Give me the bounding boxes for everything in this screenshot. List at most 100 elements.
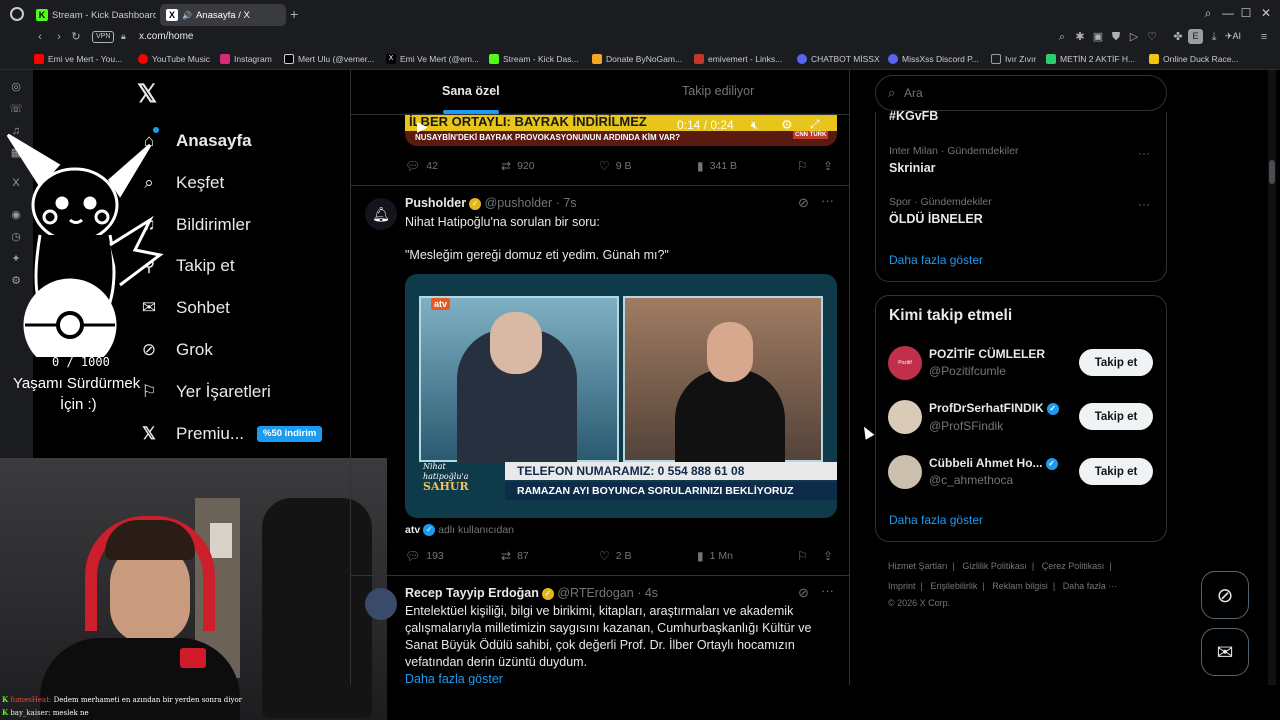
bookmark-item[interactable]: Emi ve Mert - You... bbox=[34, 52, 122, 66]
avatar[interactable] bbox=[888, 455, 922, 489]
download-icon[interactable]: ⤓ bbox=[1207, 30, 1221, 44]
bookmark-item[interactable]: X Emi Ve Mert (@em... bbox=[386, 52, 479, 66]
trend-item[interactable]: ÖLDÜ İBNELER bbox=[889, 212, 983, 226]
profile-avatar[interactable]: E bbox=[1188, 29, 1203, 44]
grok-icon[interactable]: ⊘ bbox=[798, 195, 809, 211]
opera-menu-icon[interactable] bbox=[10, 7, 24, 21]
author-name[interactable]: Pusholder bbox=[405, 196, 466, 210]
reload-icon[interactable]: ↻ bbox=[69, 30, 83, 44]
puzzle-icon[interactable]: ✤ bbox=[1171, 30, 1185, 44]
messages-fab[interactable]: ✉ bbox=[1201, 628, 1249, 676]
tab-kick-dashboard[interactable]: K Stream - Kick Dashboard bbox=[30, 4, 156, 26]
follow-button[interactable]: Takip et bbox=[1079, 458, 1153, 485]
footer-link[interactable]: Reklam bilgisi bbox=[992, 581, 1048, 591]
share-button[interactable]: ⇪ bbox=[823, 159, 839, 173]
views-button[interactable]: ▮ 341 B bbox=[697, 159, 737, 173]
nav-bookmarks[interactable]: ⚐ Yer İşaretleri bbox=[138, 377, 270, 407]
page-scrollbar[interactable] bbox=[1268, 70, 1276, 685]
snapshot-icon[interactable]: ▣ bbox=[1091, 30, 1105, 44]
bookmark-item[interactable]: Online Duck Race... bbox=[1149, 52, 1239, 66]
post-pusholder[interactable]: 🔔︎ Pusholder ✓ @pusholder · 7s ⊘ ··· Niha… bbox=[351, 186, 849, 574]
post-time[interactable]: · 7s bbox=[556, 196, 577, 210]
tab-for-you[interactable]: Sana özel bbox=[442, 84, 500, 98]
tab-x-home[interactable]: X 🔊 Anasayfa / X bbox=[160, 4, 286, 26]
bookmark-folder[interactable]: Ivır Zıvır bbox=[991, 52, 1036, 66]
zoom-icon[interactable]: ⌕ bbox=[1055, 30, 1069, 44]
play-button[interactable]: ▶ bbox=[417, 118, 428, 135]
search-box[interactable]: ⌕ Ara bbox=[875, 75, 1167, 111]
footer-link[interactable]: Hizmet Şartları bbox=[888, 561, 948, 571]
author-name[interactable]: Recep Tayyip Erdoğan bbox=[405, 586, 539, 600]
bookmark-item[interactable]: Stream - Kick Das... bbox=[489, 52, 579, 66]
suggestion-handle[interactable]: @ProfSFindik bbox=[929, 419, 1003, 433]
bookmark-item[interactable]: Donate ByNoGam... bbox=[592, 52, 682, 66]
shield-icon[interactable]: ⛊ bbox=[1109, 30, 1123, 44]
repost-button[interactable]: ⇄ 920 bbox=[501, 159, 535, 173]
heart-icon[interactable]: ♡ bbox=[1145, 30, 1159, 44]
follow-button[interactable]: Takip et bbox=[1079, 403, 1153, 430]
search-tabs-icon[interactable]: ⌕ bbox=[1200, 6, 1216, 21]
reply-button[interactable]: 💬︎ 42 bbox=[405, 159, 438, 173]
show-more-link[interactable]: Daha fazla göster bbox=[405, 671, 811, 685]
post-erdogan[interactable]: Recep Tayyip Erdoğan ✓ @RTErdogan · 4s ⊘ … bbox=[351, 576, 849, 685]
trend-item[interactable]: #KGvFB bbox=[889, 109, 938, 123]
mute-icon[interactable]: 🔇︎ bbox=[751, 118, 759, 133]
bookmark-item[interactable]: emivemert - Links... bbox=[694, 52, 782, 66]
follow-button[interactable]: Takip et bbox=[1079, 349, 1153, 376]
avatar[interactable] bbox=[888, 400, 922, 434]
avatar[interactable] bbox=[365, 588, 397, 620]
bookmark-item[interactable]: MissXss Discord P... bbox=[888, 52, 979, 66]
follow-show-more[interactable]: Daha fazla göster bbox=[889, 513, 983, 527]
settings-icon[interactable]: ⚙ bbox=[781, 117, 793, 133]
bookmark-button[interactable]: ⚐ bbox=[797, 549, 814, 563]
back-icon[interactable]: ‹ bbox=[33, 30, 47, 44]
extension-icon[interactable]: ✱ bbox=[1073, 30, 1087, 44]
suggestion-name[interactable]: ProfDrSerhatFINDIK ✓ bbox=[929, 401, 1059, 415]
footer-link[interactable]: Çerez Politikası bbox=[1042, 561, 1105, 571]
premium-discount-badge[interactable]: %50 indirim bbox=[257, 426, 323, 442]
bookmark-item[interactable]: METİN 2 AKTİF H... bbox=[1046, 52, 1135, 66]
bookmark-button[interactable]: ⚐ bbox=[797, 159, 814, 173]
close-window-button[interactable]: ✕ bbox=[1258, 6, 1274, 20]
trend-item[interactable]: Skriniar bbox=[889, 161, 936, 175]
like-button[interactable]: ♡ 9 B bbox=[599, 159, 632, 173]
grok-fab[interactable]: ⊘ bbox=[1201, 571, 1249, 619]
url-field[interactable]: x.com/home bbox=[139, 31, 193, 42]
share-button[interactable]: ⇪ bbox=[823, 549, 839, 563]
trends-show-more[interactable]: Daha fazla göster bbox=[889, 253, 983, 267]
more-icon[interactable]: ··· bbox=[821, 583, 834, 598]
post-time[interactable]: · 4s bbox=[637, 586, 658, 600]
avatar[interactable]: 🔔︎ bbox=[365, 198, 397, 230]
more-icon[interactable]: ··· bbox=[1138, 146, 1150, 160]
suggestion-handle[interactable]: @Pozitifcumle bbox=[929, 364, 1006, 378]
grok-icon[interactable]: ⊘ bbox=[798, 585, 809, 601]
scrollbar-thumb[interactable] bbox=[1269, 160, 1275, 184]
vpn-badge[interactable]: VPN bbox=[92, 31, 115, 43]
minimize-button[interactable]: — bbox=[1220, 6, 1236, 20]
repost-button[interactable]: ⇄ 87 bbox=[501, 549, 529, 563]
suggestion-handle[interactable]: @c_ahmethoca bbox=[929, 473, 1013, 487]
suggestion-name[interactable]: POZİTİF CÜMLELER bbox=[929, 347, 1045, 361]
video-player[interactable]: İLBER ORTAYLI: BAYRAK İNDİRİLMEZ NUSAYBİ… bbox=[405, 113, 837, 146]
forward-icon[interactable]: › bbox=[52, 30, 66, 44]
bookmark-item[interactable]: Mert Ulu (@vemer... bbox=[284, 52, 374, 66]
bookmark-item[interactable]: Instagram bbox=[220, 52, 272, 66]
author-handle[interactable]: @pusholder bbox=[485, 196, 553, 210]
author-handle[interactable]: @RTErdogan bbox=[557, 586, 633, 600]
ai-button[interactable]: ✈︎AI bbox=[1225, 31, 1241, 42]
suggestion-name[interactable]: Cübbeli Ahmet Ho... ✓ bbox=[929, 456, 1058, 470]
play-icon[interactable]: ▷ bbox=[1127, 30, 1141, 44]
avatar[interactable]: Pozitif CÜMLELER bbox=[888, 346, 922, 380]
fullscreen-icon[interactable]: ⤢ bbox=[810, 117, 820, 132]
media-source[interactable]: atv ✓ adlı kullanıcıdan bbox=[405, 524, 514, 537]
post-media[interactable]: atv Nihat hatipoğlu'a SAHUR TELEFON NUMA… bbox=[405, 274, 837, 518]
reply-button[interactable]: 💬︎ 193 bbox=[405, 549, 444, 563]
bookmark-item[interactable]: CHATBOT MİSSX bbox=[797, 52, 880, 66]
maximize-button[interactable]: ☐ bbox=[1238, 6, 1254, 20]
footer-link[interactable]: Erişilebilirlik bbox=[930, 581, 977, 591]
nav-premium[interactable]: 𝕏 Premiu... bbox=[138, 419, 244, 449]
more-icon[interactable]: ··· bbox=[1138, 197, 1150, 211]
footer-link[interactable]: Daha fazla ··· bbox=[1063, 581, 1118, 591]
more-icon[interactable]: ··· bbox=[821, 193, 834, 208]
menu-icon[interactable]: ≡ bbox=[1257, 30, 1271, 44]
